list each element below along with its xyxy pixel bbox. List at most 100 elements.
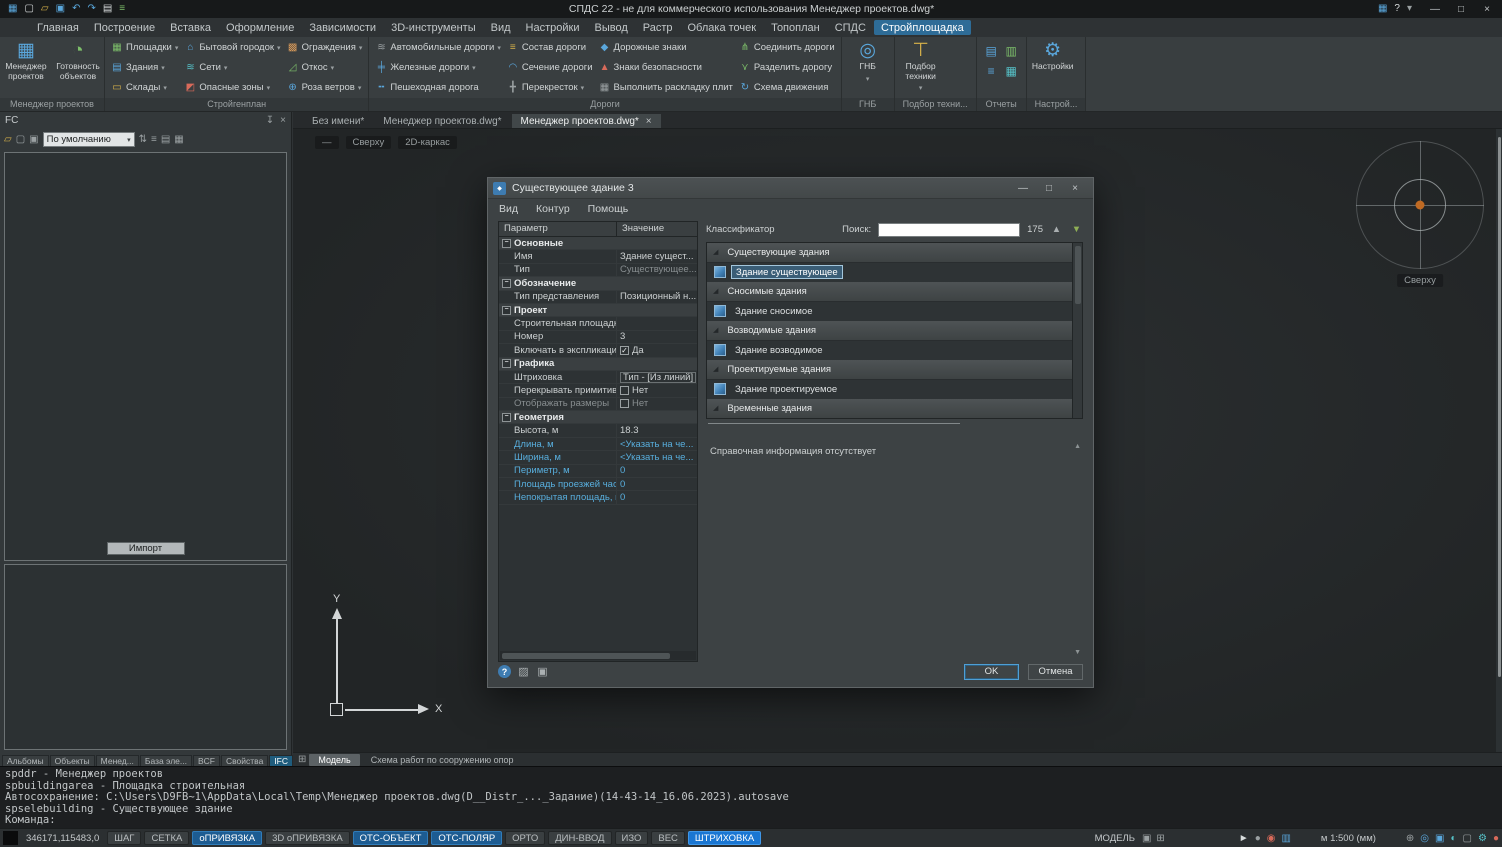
ribbon-small-button[interactable]: ▭ Склады xyxy=(109,82,180,93)
close-button[interactable]: × xyxy=(1474,4,1500,15)
ribbon-tab[interactable]: Вывод xyxy=(587,20,634,35)
ribbon-tab[interactable]: Вставка xyxy=(163,20,218,35)
parameter-row[interactable]: Включать в экспликацию Да xyxy=(499,344,697,357)
ribbon-small-button[interactable]: ≋ Сети xyxy=(182,62,282,73)
ribbon-small-button[interactable]: ▩ Ограждения xyxy=(285,42,365,53)
parameter-row[interactable]: Отображать размеры Нет xyxy=(499,398,697,411)
document-tab[interactable]: Без имени* xyxy=(303,114,373,128)
ribbon-small-button[interactable]: ╍ Пешеходная дорога xyxy=(373,82,502,93)
dialog-menu-item[interactable]: Контур xyxy=(536,203,570,215)
ribbon-small-button[interactable]: ≋ Автомобильные дороги xyxy=(373,42,502,53)
sheet-set-icon[interactable] xyxy=(298,754,306,765)
palette-toggle-icon[interactable]: ▦ xyxy=(1378,4,1387,14)
classifier-row[interactable]: Здание возводимое xyxy=(707,341,1082,361)
lock-icon[interactable]: ◉ xyxy=(1267,833,1276,844)
parameter-row[interactable]: Номер 3 xyxy=(499,331,697,344)
close-palette-icon[interactable]: × xyxy=(280,116,286,126)
info-scroll-down-icon[interactable]: ▼ xyxy=(1074,649,1081,656)
save-icon[interactable]: ▣ xyxy=(536,665,549,678)
ribbon-small-button[interactable]: ↻ Схема движения xyxy=(737,82,837,93)
ribbon-small-button[interactable]: ╪ Железные дороги xyxy=(373,62,502,73)
parameter-row[interactable]: Тип Существующее... xyxy=(499,264,697,277)
ribbon-tab[interactable]: Облака точек xyxy=(681,20,764,35)
style-combobox[interactable]: По умолчанию xyxy=(43,132,135,147)
status-toggle[interactable]: ОТС-ПОЛЯР xyxy=(431,831,502,845)
open-file-icon[interactable]: ▱ xyxy=(41,4,49,14)
ribbon-small-button[interactable]: ⌂ Бытовой городок xyxy=(182,42,282,53)
print-icon[interactable]: ▤ xyxy=(103,4,112,14)
ribbon-big-button[interactable]: ◎ ГНБ xyxy=(842,37,894,98)
palette-tab[interactable]: Объекты xyxy=(50,755,95,766)
parameter-row[interactable]: Высота, м 18.3 xyxy=(499,424,697,437)
ribbon-tab[interactable]: 3D-инструменты xyxy=(384,20,483,35)
parameter-row[interactable]: Площадь проезжей част... 0 xyxy=(499,478,697,491)
ribbon-big-button[interactable]: ⊤ Подбор техники xyxy=(895,37,947,98)
report-grid-icon[interactable]: ▦ xyxy=(1003,62,1020,79)
checkbox[interactable] xyxy=(620,346,629,355)
ribbon-big-button[interactable]: ▦ Менеджер проектов xyxy=(0,37,52,98)
ribbon-tab[interactable]: Зависимости xyxy=(302,20,383,35)
parameter-row[interactable]: Графика xyxy=(499,358,697,371)
palette-tab[interactable]: Альбомы xyxy=(2,755,49,766)
app-logo-icon[interactable]: ▦ xyxy=(8,4,17,14)
navigation-compass[interactable]: Сверху xyxy=(1356,141,1484,269)
parameter-row[interactable]: Основные xyxy=(499,237,697,250)
ribbon-small-button[interactable]: ╋ Перекресток xyxy=(505,82,595,93)
report-table-icon[interactable]: ▤ xyxy=(983,42,1000,59)
ribbon-tab[interactable]: Растр xyxy=(636,20,680,35)
minimize-button[interactable]: — xyxy=(1422,4,1448,15)
classifier-row[interactable]: Сносимые здания xyxy=(707,282,1082,302)
palette-tab[interactable]: BCF xyxy=(193,755,220,766)
tree-scrollbar[interactable] xyxy=(1072,242,1083,419)
model-space-label[interactable]: МОДЕЛЬ xyxy=(1095,833,1135,844)
viewport-menu-chip[interactable]: — xyxy=(315,136,339,149)
sort-icon[interactable]: ⇅ xyxy=(139,135,147,145)
ribbon-small-button[interactable]: ◆ Дорожные знаки xyxy=(597,42,735,53)
visual-style-chip[interactable]: 2D-каркас xyxy=(398,136,457,149)
search-down-icon[interactable]: ▼ xyxy=(1070,224,1083,235)
gear-icon[interactable]: ⚙ xyxy=(1478,833,1487,844)
palette-tab[interactable]: Свойства xyxy=(221,755,268,766)
classifier-row[interactable]: Проектируемые здания xyxy=(707,360,1082,380)
document-tab[interactable]: Менеджер проектов.dwg* xyxy=(374,114,510,128)
import-button[interactable]: Импорт xyxy=(107,542,185,555)
fullscreen-icon[interactable]: ▢ xyxy=(1463,833,1472,844)
status-toggle[interactable]: ДИН-ВВОД xyxy=(548,831,611,845)
parameter-row[interactable]: Тип представления Позиционный н... xyxy=(499,291,697,304)
new-doc-icon[interactable]: ▢ xyxy=(16,135,25,145)
parameter-row[interactable]: Геометрия xyxy=(499,411,697,424)
screen-icon[interactable]: ▣ xyxy=(1435,833,1444,844)
ribbon-small-button[interactable]: ≡ Состав дороги xyxy=(505,42,595,53)
monitor-icon[interactable]: ▥ xyxy=(1281,833,1290,844)
grid-horizontal-scrollbar[interactable] xyxy=(500,651,696,660)
model-tab[interactable]: Схема работ по сооружению опор xyxy=(362,754,523,766)
close-tab-icon[interactable] xyxy=(646,116,652,127)
palette-tab[interactable]: База эле... xyxy=(140,755,192,766)
status-toggle[interactable]: ОТС-ОБЪЕКТ xyxy=(353,831,429,845)
ribbon-small-button[interactable]: ⋎ Разделить дорогу xyxy=(737,62,837,73)
snap-marker-icon[interactable]: ◎ xyxy=(1420,833,1429,844)
list-view-icon[interactable]: ≡ xyxy=(151,135,157,145)
panel-splitter[interactable] xyxy=(708,423,960,424)
ribbon-small-button[interactable]: ▲ Знаки безопасности xyxy=(597,62,735,73)
status-toggle[interactable]: СЕТКА xyxy=(144,831,189,845)
command-line[interactable]: spddr - Менеджер проектовspbuildingarea … xyxy=(0,766,1502,828)
status-toggle[interactable]: ШТРИХОВКА xyxy=(688,831,761,845)
parameter-row[interactable]: Непокрытая площадь, м2 0 xyxy=(499,491,697,504)
report-sheet-icon[interactable]: ▥ xyxy=(1003,42,1020,59)
classifier-row[interactable]: Здание сносимое xyxy=(707,302,1082,322)
status-toggle[interactable]: ВЕС xyxy=(651,831,685,845)
dialog-menu-item[interactable]: Помощь xyxy=(588,203,629,215)
ribbon-tab[interactable]: Настройки xyxy=(519,20,587,35)
info-scroll-up-icon[interactable]: ▲ xyxy=(1074,443,1081,450)
status-corner-button[interactable] xyxy=(3,831,18,845)
status-toggle[interactable]: ШАГ xyxy=(107,831,141,845)
ribbon-tab[interactable]: Оформление xyxy=(219,20,301,35)
search-up-icon[interactable]: ▲ xyxy=(1050,224,1063,235)
ribbon-small-button[interactable]: ◩ Опасные зоны xyxy=(182,82,282,93)
parameter-row[interactable]: Ширина, м <Указать на че... xyxy=(499,451,697,464)
cancel-button[interactable]: Отмена xyxy=(1028,664,1083,680)
classifier-search-input[interactable] xyxy=(878,223,1020,237)
parameter-row[interactable]: Строительная площадка xyxy=(499,317,697,330)
annotation-icon[interactable]: ● xyxy=(1255,833,1261,844)
